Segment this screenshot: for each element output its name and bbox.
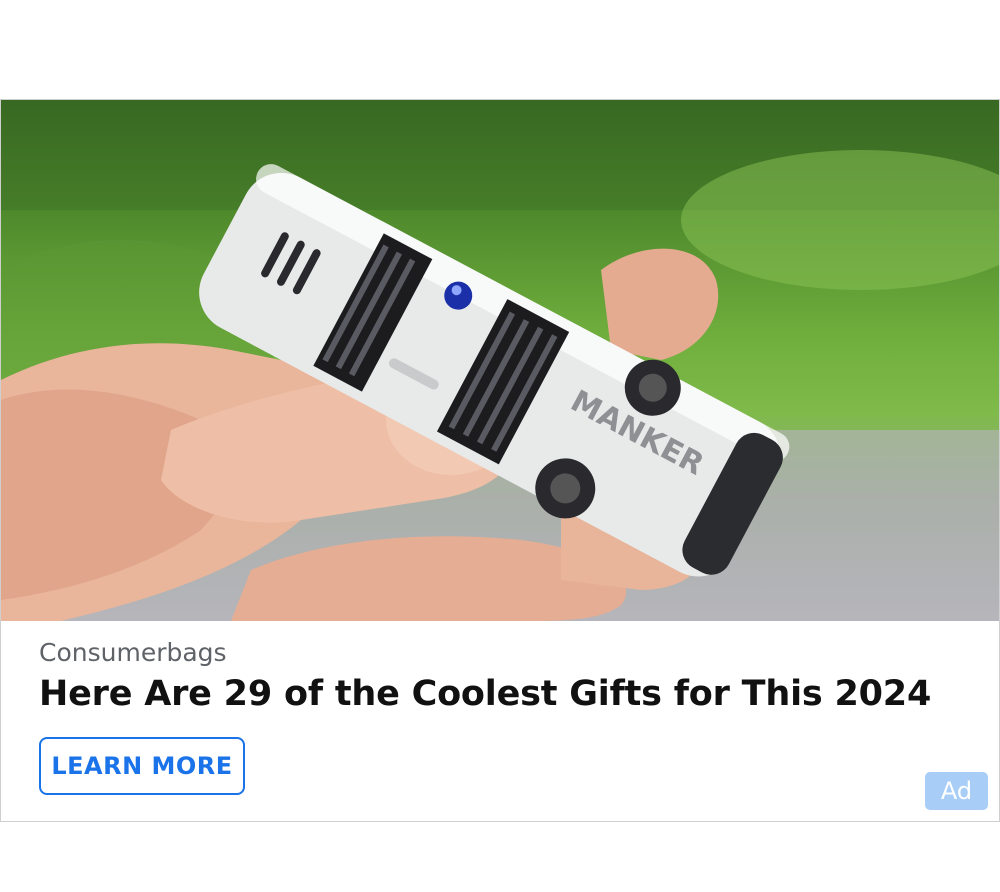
ad-card[interactable]: MANKER Consumerbags Here Are 29 of the C…	[0, 99, 1000, 822]
product-image[interactable]: MANKER	[1, 100, 999, 621]
ad-text-area: Consumerbags Here Are 29 of the Coolest …	[1, 621, 999, 821]
ad-badge[interactable]: Ad	[925, 772, 988, 810]
learn-more-button[interactable]: LEARN MORE	[39, 737, 245, 795]
ad-headline[interactable]: Here Are 29 of the Coolest Gifts for Thi…	[39, 674, 931, 714]
flashlight-in-hand-illustration: MANKER	[1, 100, 999, 621]
advertiser-name[interactable]: Consumerbags	[39, 638, 227, 667]
